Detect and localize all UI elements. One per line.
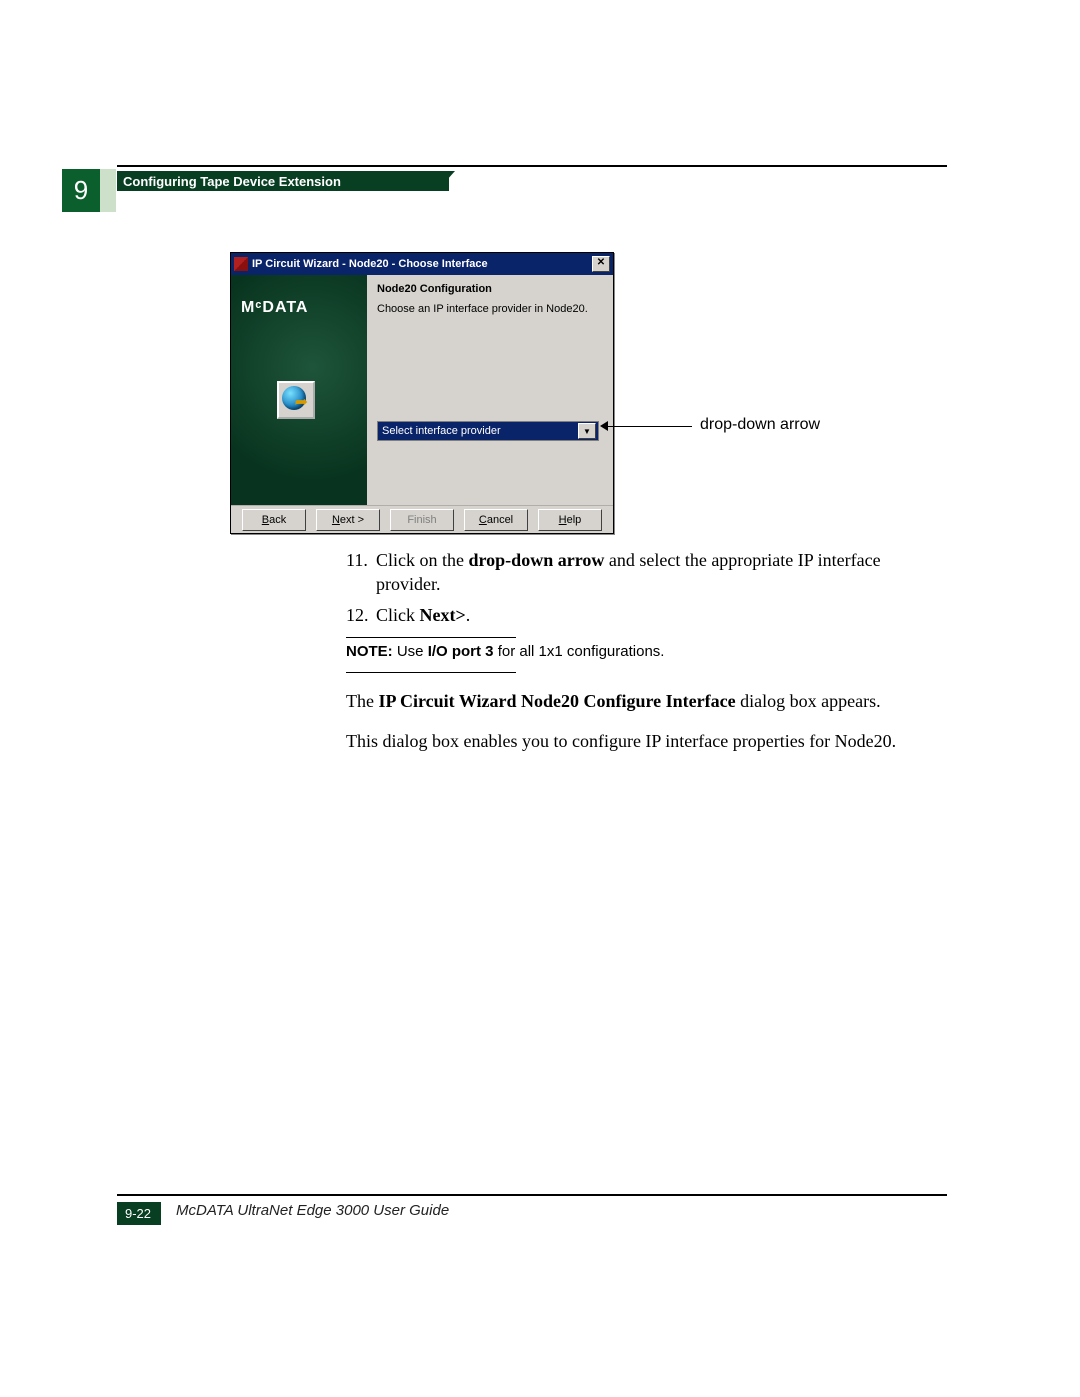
dialog-sidebar: MᶜDATA ➦ [231,275,367,505]
cancel-button[interactable]: Cancel [464,509,528,531]
chapter-tab-accent [100,169,116,212]
paragraph-1: The IP Circuit Wizard Node20 Configure I… [346,689,942,713]
paragraph-2: This dialog box enables you to configure… [346,729,942,753]
callout-line [606,426,692,427]
wizard-icon [234,257,248,271]
back-button[interactable]: Back [242,509,306,531]
wizard-dialog: IP Circuit Wizard - Node20 - Choose Inte… [230,252,614,534]
callout-label: drop-down arrow [700,416,820,434]
footer-guide-title: McDATA UltraNet Edge 3000 User Guide [176,1202,449,1219]
header-slant [437,171,455,191]
page-number: 9-22 [117,1202,161,1225]
body-text: Click on the drop-down arrow and select … [346,548,942,754]
chapter-tab: 9 [62,169,100,212]
step-12: Click Next>. [346,603,942,627]
dialog-heading: Node20 Configuration [377,283,603,295]
section-header: Configuring Tape Device Extension [117,171,449,191]
section-title: Configuring Tape Device Extension [123,174,341,189]
globe-icon: ➦ [277,381,315,419]
help-button[interactable]: Help [538,509,602,531]
header-rule [117,165,947,167]
dialog-footer: Back Next > Finish Cancel Help [231,505,613,534]
dialog-title: IP Circuit Wizard - Node20 - Choose Inte… [252,258,488,270]
select-value: Select interface provider [382,425,501,437]
interface-provider-select[interactable]: Select interface provider ▼ [377,421,599,441]
chapter-number: 9 [74,175,88,206]
footer-rule [117,1194,947,1196]
finish-button: Finish [390,509,454,531]
chevron-down-icon[interactable]: ▼ [578,423,596,439]
dialog-titlebar: IP Circuit Wizard - Node20 - Choose Inte… [231,253,613,275]
close-icon[interactable]: ✕ [592,256,610,272]
note-line: NOTE: Use I/O port 3 for all 1x1 configu… [346,642,942,662]
note-rule-top [346,637,516,638]
brand-logo: MᶜDATA [241,299,308,317]
step-11: Click on the drop-down arrow and select … [346,548,942,597]
next-button[interactable]: Next > [316,509,380,531]
note-rule-bottom [346,672,516,673]
dialog-subheading: Choose an IP interface provider in Node2… [377,303,603,315]
